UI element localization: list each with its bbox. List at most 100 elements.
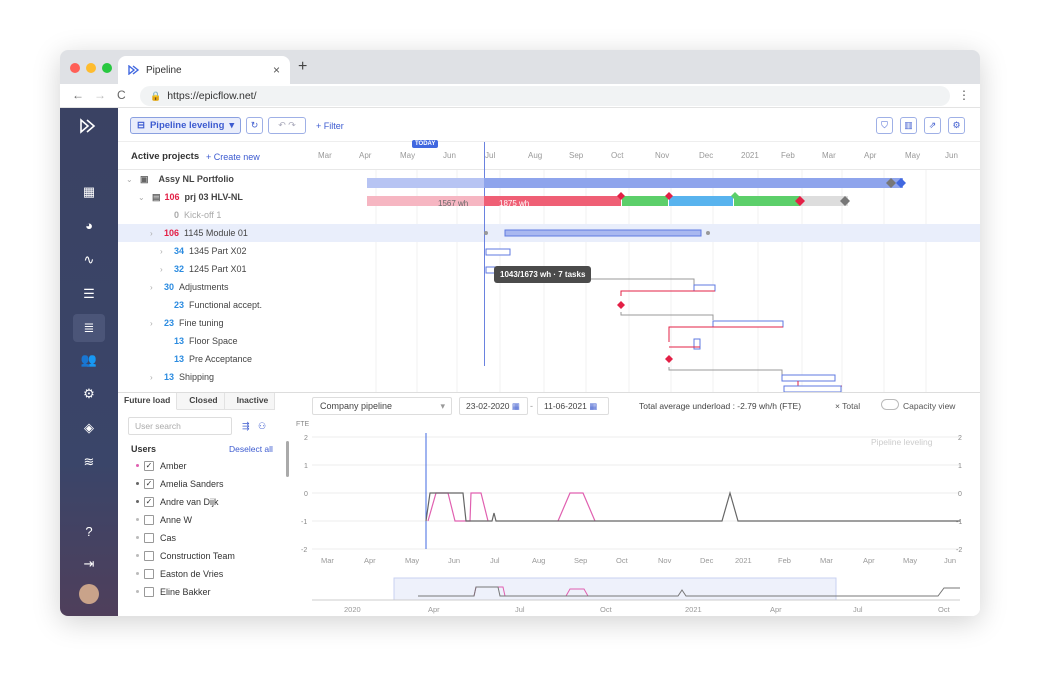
today-badge: TODAY [412,140,439,148]
x-tick-label: Oct [616,556,629,565]
overview-tick-label: 2021 [685,605,702,614]
bar-label-1875: 1875 wh [499,199,530,208]
chevron-down-icon: ▾ [229,120,235,131]
sidebar: ▦ ◕ ∿ ☰ ≣ 👥 ⚙ ◈ ≋ ? ⇥ [60,108,118,616]
maximize-window-dot[interactable] [102,63,112,73]
month-label: Sep [569,151,584,160]
report-icon[interactable]: ≋ [79,452,99,472]
logout-icon[interactable]: ⇥ [79,554,99,574]
settings-icon[interactable]: ⚙ [948,117,965,134]
users-icon[interactable]: 👥 [79,350,99,370]
back-icon[interactable]: ← [72,88,84,102]
toolbar: ⊟ Pipeline leveling ▾ ↻ ↶ ↷ + Filter ⛉ ▥… [118,108,980,142]
pipeline-leveling-dropdown[interactable]: ⊟ Pipeline leveling ▾ [130,117,242,134]
fine-tuning-bar[interactable] [712,320,784,328]
activity-icon[interactable]: ∿ [79,250,99,270]
month-label: Apr [864,151,877,160]
milestone-diamond [665,355,673,363]
url-prefix: https:// [167,90,199,102]
browser-window: Pipeline × + ← → C 🔒 https://epicflow.ne… [60,50,980,616]
tab-title: Pipeline [146,64,182,76]
module-bar[interactable] [504,229,702,237]
y-tick-right: 0 [958,491,962,498]
create-new-link[interactable]: + Create new [206,152,260,162]
browser-tab[interactable]: Pipeline × [118,56,290,84]
main-area: ⊟ Pipeline leveling ▾ ↻ ↶ ↷ + Filter ⛉ ▥… [118,108,980,616]
active-projects-title: Active projects [131,151,200,162]
shipping-bar[interactable] [781,374,836,382]
x-tick-label: May [405,556,419,565]
series-pink-2 [557,492,596,522]
pipeline-icon[interactable]: ≣ [73,314,105,342]
export-icon[interactable]: ⇗ [924,117,941,134]
y-tick: -2 [301,547,307,554]
month-label: May [905,151,921,160]
overview-tick-label: Oct [938,605,951,614]
project-bar-green[interactable] [622,196,668,206]
help-icon[interactable]: ? [79,522,99,542]
address-bar-row: ← → C 🔒 https://epicflow.net/ ⋮ [60,84,980,108]
part-x02-bar[interactable] [485,248,511,256]
url-host: epicflow.net/ [198,90,257,102]
new-tab-icon[interactable]: + [298,58,307,76]
y-tick-right: -1 [956,519,962,526]
menu-kebab-icon[interactable]: ⋮ [958,88,970,102]
milestone-diamond [617,301,625,309]
month-label: Mar [822,151,836,160]
y-tick: -1 [301,519,307,526]
funnel-icon[interactable]: ⛉ [876,117,893,134]
speedometer-icon[interactable]: ◕ [79,216,99,236]
y-tick-right: -2 [956,547,962,554]
overview-tick-label: Apr [770,605,782,614]
month-label: 2021 [741,151,759,160]
overview-tick-label: 2020 [344,605,361,614]
x-tick-label: Jun [944,556,956,565]
forward-icon[interactable]: → [94,88,106,102]
y-tick: 2 [304,435,308,442]
dependency-line [620,312,714,320]
load-panel: Future load Closed Inactive User search … [118,392,980,616]
settings-gear-icon[interactable]: ⚙ [79,384,99,404]
adjustments-bar[interactable] [693,284,716,292]
filter-button[interactable]: + Filter [316,121,344,131]
overview-window[interactable] [393,577,837,601]
project-bar-blue[interactable] [669,196,733,206]
reload-icon[interactable]: C [117,88,126,102]
handle-dot[interactable] [484,231,488,235]
avatar[interactable] [79,584,99,604]
overview-tick-label: Apr [428,605,440,614]
y-tick: 0 [304,491,308,498]
refresh-button[interactable]: ↻ [246,117,263,134]
x-tick-label: Aug [532,556,545,565]
dependency-line [797,381,842,387]
undo-redo-button[interactable]: ↶ ↷ [268,117,306,134]
handle-dot[interactable] [706,231,710,235]
project-bar-green[interactable] [734,196,800,206]
overview-tick-label: Jul [853,605,863,614]
layers-icon[interactable]: ◈ [79,418,99,438]
x-tick-label: May [903,556,917,565]
overview-tick-label: Jul [515,605,525,614]
month-label: Mar [318,151,332,160]
close-window-dot[interactable] [70,63,80,73]
month-label: Nov [655,151,670,160]
logo-icon[interactable] [79,118,99,138]
load-chart: 2 1 0 -1 -2 2 1 0 -1 -2 Mar Apr May Jun Jul A… [301,433,962,614]
month-label: Jun [945,151,958,160]
y-tick-right: 2 [958,435,962,442]
columns-icon[interactable]: ▥ [900,117,917,134]
dashboard-grid-icon[interactable]: ▦ [79,182,99,202]
y-tick: 1 [304,463,308,470]
month-label: Oct [611,151,624,160]
pipeline-leveling-label: Pipeline leveling [149,120,225,131]
month-label: Apr [359,151,372,160]
month-label: Jun [443,151,456,160]
url-input[interactable]: 🔒 https://epicflow.net/ [140,86,950,106]
pipeline-view-icon: ⊟ [137,120,145,131]
dependency-line [668,367,783,375]
minimize-window-dot[interactable] [86,63,96,73]
x-tick-label: Feb [778,556,791,565]
list-icon[interactable]: ☰ [79,284,99,304]
overview-tick-label: Oct [600,605,613,614]
close-tab-icon[interactable]: × [273,63,280,77]
